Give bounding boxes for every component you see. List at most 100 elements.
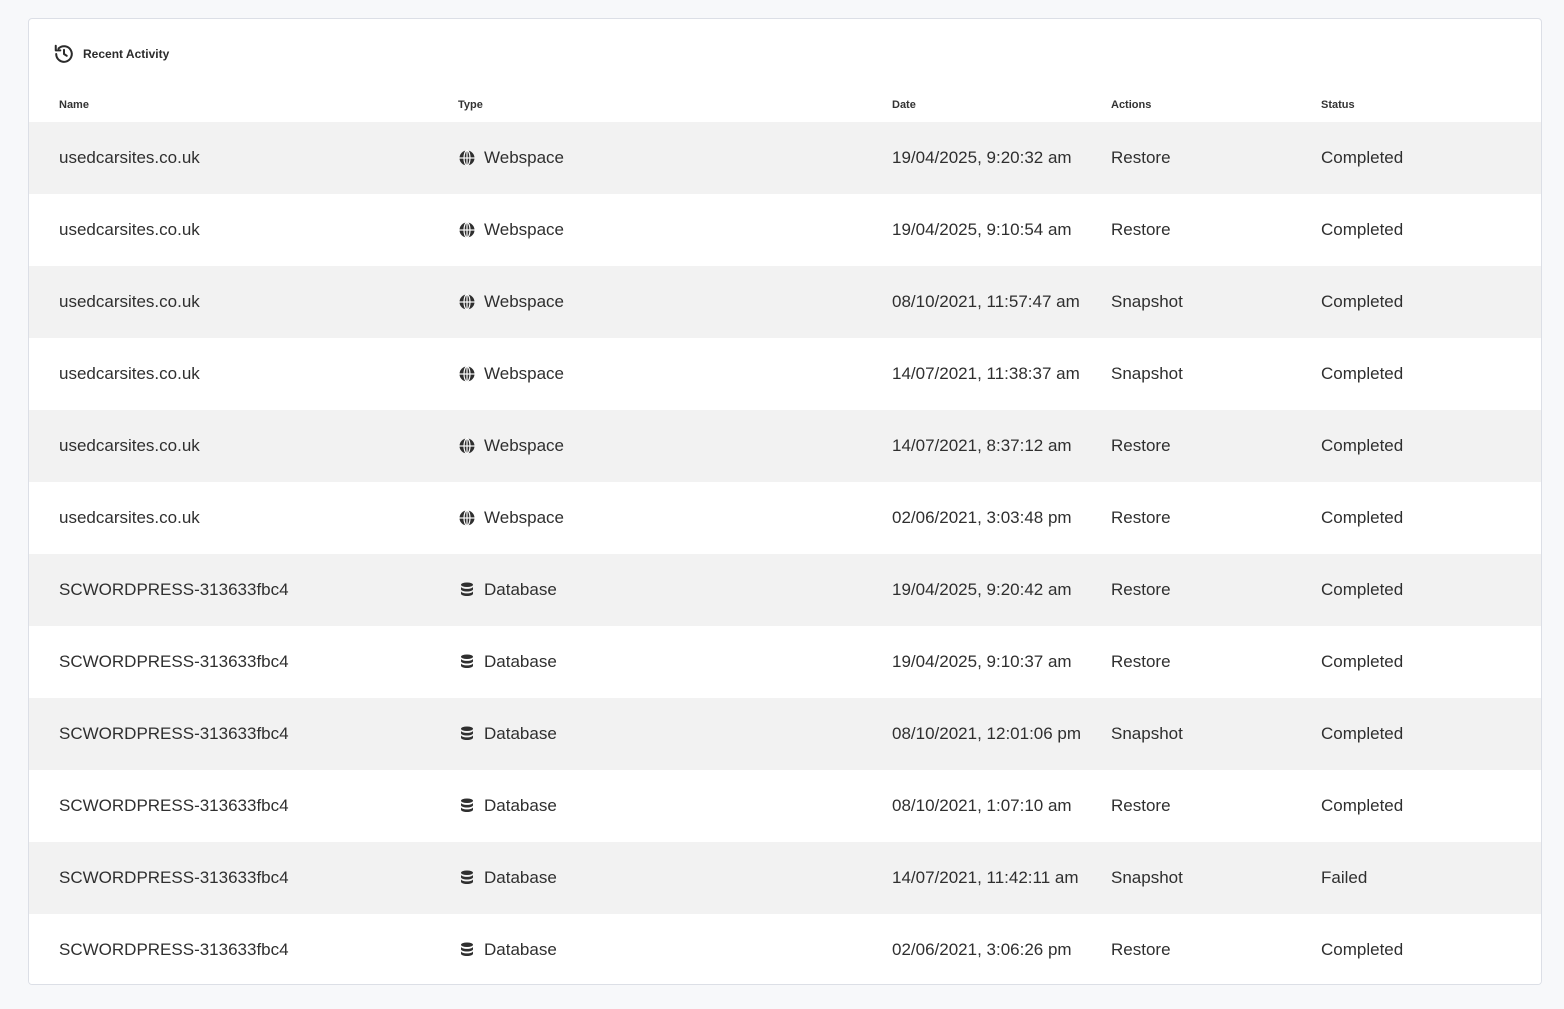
row-type-label: Database xyxy=(484,580,557,599)
row-name: SCWORDPRESS-313633fbc4 xyxy=(59,652,289,671)
row-name: usedcarsites.co.uk xyxy=(59,364,200,383)
row-name: SCWORDPRESS-313633fbc4 xyxy=(59,580,289,599)
status-badge: Completed xyxy=(1321,292,1404,311)
row-type: Webspace xyxy=(458,410,564,482)
row-type: Webspace xyxy=(458,482,564,554)
row-type-label: Webspace xyxy=(484,292,565,311)
recent-activity-panel: Recent Activity Name Type Date Actions S… xyxy=(28,18,1542,985)
column-header-name[interactable]: Name xyxy=(59,99,89,111)
status-badge: Completed xyxy=(1321,652,1404,671)
row-action: Snapshot xyxy=(1111,292,1183,311)
row-type-label: Webspace xyxy=(484,508,565,527)
row-type-label: Database xyxy=(484,796,557,815)
row-action: Snapshot xyxy=(1111,868,1183,887)
row-type-label: Database xyxy=(484,724,557,743)
row-date: 14/07/2021, 11:42:11 am xyxy=(892,868,1079,887)
row-action: Restore xyxy=(1111,436,1171,455)
row-date: 19/04/2025, 9:10:54 am xyxy=(892,220,1072,239)
row-type: Database xyxy=(458,770,557,842)
column-header-type[interactable]: Type xyxy=(458,99,483,111)
row-date: 19/04/2025, 9:20:42 am xyxy=(892,580,1072,599)
table-row[interactable]: SCWORDPRESS-313633fbc4 Database 19/04/2025… xyxy=(29,554,1541,626)
row-type: Database xyxy=(458,554,557,626)
table-row[interactable]: usedcarsites.co.uk Webspace 19/04/2025, 9:… xyxy=(29,122,1541,194)
panel-title: Recent Activity xyxy=(83,47,170,61)
globe-icon xyxy=(458,437,476,455)
row-date: 08/10/2021, 11:57:47 am xyxy=(892,292,1080,311)
activity-table-body: usedcarsites.co.uk Webspace 19/04/2025, 9:… xyxy=(29,122,1541,984)
row-date: 08/10/2021, 12:01:06 pm xyxy=(892,724,1082,743)
status-badge: Completed xyxy=(1321,436,1404,455)
row-name: usedcarsites.co.uk xyxy=(59,508,200,527)
status-badge: Completed xyxy=(1321,508,1404,527)
row-type: Webspace xyxy=(458,338,564,410)
row-name: SCWORDPRESS-313633fbc4 xyxy=(59,868,289,887)
table-row[interactable]: SCWORDPRESS-313633fbc4 Database 19/04/2025… xyxy=(29,626,1541,698)
status-badge: Completed xyxy=(1321,220,1404,239)
row-date: 19/04/2025, 9:10:37 am xyxy=(892,652,1072,671)
row-date: 08/10/2021, 1:07:10 am xyxy=(892,796,1072,815)
row-action: Restore xyxy=(1111,508,1171,527)
row-name: SCWORDPRESS-313633fbc4 xyxy=(59,724,289,743)
status-badge: Failed xyxy=(1321,868,1368,887)
table-row[interactable]: SCWORDPRESS-313633fbc4 Database 02/06/2021… xyxy=(29,914,1541,984)
row-name: SCWORDPRESS-313633fbc4 xyxy=(59,796,289,815)
column-header-actions[interactable]: Actions xyxy=(1111,99,1151,111)
row-action: Restore xyxy=(1111,652,1171,671)
row-action: Snapshot xyxy=(1111,724,1183,743)
row-action: Restore xyxy=(1111,940,1171,959)
row-action: Restore xyxy=(1111,796,1171,815)
row-name: usedcarsites.co.uk xyxy=(59,292,200,311)
status-badge: Completed xyxy=(1321,580,1404,599)
globe-icon xyxy=(458,293,476,311)
row-name: usedcarsites.co.uk xyxy=(59,220,200,239)
row-type: Database xyxy=(458,626,557,698)
row-type: Database xyxy=(458,842,557,914)
globe-icon xyxy=(458,221,476,239)
globe-icon xyxy=(458,365,476,383)
table-row[interactable]: SCWORDPRESS-313633fbc4 Database 08/10/2021… xyxy=(29,698,1541,770)
row-date: 02/06/2021, 3:03:48 pm xyxy=(892,508,1072,527)
table-header: Name Type Date Actions Status xyxy=(29,97,1541,123)
status-badge: Completed xyxy=(1321,364,1404,383)
row-action: Restore xyxy=(1111,220,1171,239)
column-header-date[interactable]: Date xyxy=(892,99,916,111)
database-icon xyxy=(458,869,476,887)
row-name: SCWORDPRESS-313633fbc4 xyxy=(59,940,289,959)
database-icon xyxy=(458,653,476,671)
row-type-label: Webspace xyxy=(484,148,565,167)
status-badge: Completed xyxy=(1321,940,1404,959)
table-row[interactable]: usedcarsites.co.uk Webspace 19/04/2025, 9:… xyxy=(29,194,1541,266)
row-type: Webspace xyxy=(458,266,564,338)
table-row[interactable]: usedcarsites.co.uk Webspace 02/06/2021, 3:… xyxy=(29,482,1541,554)
row-name: usedcarsites.co.uk xyxy=(59,436,200,455)
table-row[interactable]: SCWORDPRESS-313633fbc4 Database 08/10/2021… xyxy=(29,770,1541,842)
row-type-label: Webspace xyxy=(484,220,565,239)
row-date: 14/07/2021, 11:38:37 am xyxy=(892,364,1080,383)
row-date: 14/07/2021, 8:37:12 am xyxy=(892,436,1072,455)
row-type-label: Database xyxy=(484,940,557,959)
row-type: Webspace xyxy=(458,122,564,194)
row-type-label: Database xyxy=(484,868,557,887)
table-row[interactable]: usedcarsites.co.uk Webspace 14/07/2021, 11… xyxy=(29,338,1541,410)
table-row[interactable]: usedcarsites.co.uk Webspace 14/07/2021, 8:… xyxy=(29,410,1541,482)
table-row[interactable]: SCWORDPRESS-313633fbc4 Database 14/07/2021… xyxy=(29,842,1541,914)
database-icon xyxy=(458,797,476,815)
row-date: 19/04/2025, 9:20:32 am xyxy=(892,148,1072,167)
history-icon xyxy=(53,43,75,65)
row-action: Snapshot xyxy=(1111,364,1183,383)
status-badge: Completed xyxy=(1321,724,1404,743)
row-type: Webspace xyxy=(458,194,564,266)
database-icon xyxy=(458,725,476,743)
row-type: Database xyxy=(458,914,557,984)
status-badge: Completed xyxy=(1321,148,1404,167)
row-type-label: Webspace xyxy=(484,436,565,455)
row-type-label: Database xyxy=(484,652,557,671)
status-badge: Completed xyxy=(1321,796,1404,815)
row-type-label: Webspace xyxy=(484,364,565,383)
column-header-status[interactable]: Status xyxy=(1321,99,1355,111)
panel-header: Recent Activity xyxy=(53,43,169,65)
row-type: Database xyxy=(458,698,557,770)
row-date: 02/06/2021, 3:06:26 pm xyxy=(892,940,1072,959)
table-row[interactable]: usedcarsites.co.uk Webspace 08/10/2021, 11… xyxy=(29,266,1541,338)
